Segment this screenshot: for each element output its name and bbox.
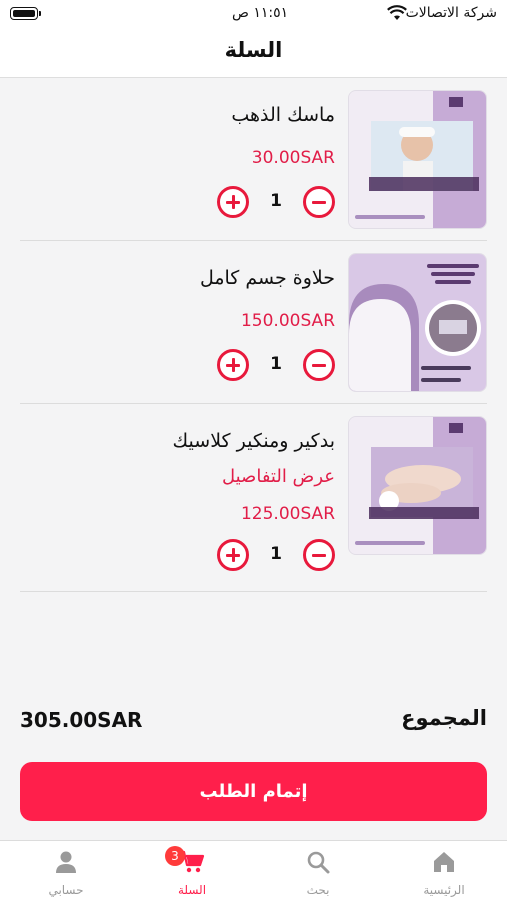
- quantity-value: 1: [270, 544, 282, 564]
- quantity-stepper: 1: [217, 349, 335, 381]
- checkout-button[interactable]: إتمام الطلب: [20, 762, 487, 821]
- user-icon: [56, 851, 76, 873]
- quantity-stepper: 1: [217, 539, 335, 571]
- total-label: المجموع: [401, 706, 487, 730]
- product-image[interactable]: [348, 253, 487, 392]
- cart-item: بدكير ومنكير كلاسيك عرض التفاصيل 125.00S…: [20, 404, 487, 592]
- item-name: حلاوة جسم كامل: [199, 267, 335, 289]
- quantity-value: 1: [270, 354, 282, 374]
- tab-search[interactable]: بحث: [255, 841, 381, 900]
- carrier-name: شركة الاتصالات: [405, 5, 497, 21]
- cart-item: حلاوة جسم كامل 150.00SAR 1: [20, 241, 487, 404]
- item-price: 125.00SAR: [240, 504, 335, 524]
- tab-label: بحث: [306, 883, 330, 897]
- cart-count-badge: 3: [165, 846, 185, 866]
- quantity-value: 1: [270, 191, 282, 211]
- decrease-quantity-button[interactable]: [303, 349, 335, 381]
- quantity-stepper: 1: [217, 186, 335, 218]
- tab-label: الرئيسية: [423, 883, 465, 897]
- tab-bar: الرئيسية بحث 3 السلة حسابي: [0, 840, 507, 900]
- page-title: السلة: [224, 38, 283, 62]
- item-price: 150.00SAR: [240, 311, 335, 331]
- view-details-link[interactable]: عرض التفاصيل: [222, 466, 335, 487]
- tab-label: السلة: [177, 883, 207, 897]
- status-bar: شركة الاتصالات ١١:٥١ ص: [0, 0, 507, 28]
- tab-label: حسابي: [48, 883, 84, 897]
- decrease-quantity-button[interactable]: [303, 539, 335, 571]
- increase-quantity-button[interactable]: [217, 349, 249, 381]
- cart-list: ماسك الذهب 30.00SAR 1 حلاوة جسم كامل 150…: [0, 78, 507, 592]
- tab-cart[interactable]: 3 السلة: [129, 841, 255, 900]
- product-image[interactable]: [348, 90, 487, 229]
- increase-quantity-button[interactable]: [217, 186, 249, 218]
- clock: ١١:٥١ ص: [232, 5, 289, 21]
- wifi-icon: [387, 5, 407, 20]
- search-icon: [307, 851, 330, 874]
- cart-item: ماسك الذهب 30.00SAR 1: [20, 78, 487, 241]
- item-price: 30.00SAR: [251, 148, 335, 168]
- navbar: السلة: [0, 28, 507, 78]
- tab-home[interactable]: الرئيسية: [381, 841, 507, 900]
- item-name: بدكير ومنكير كلاسيك: [172, 430, 335, 452]
- home-icon: [434, 852, 454, 872]
- decrease-quantity-button[interactable]: [303, 186, 335, 218]
- tab-account[interactable]: حسابي: [3, 841, 129, 900]
- total-value: 305.00SAR: [20, 708, 143, 732]
- increase-quantity-button[interactable]: [217, 539, 249, 571]
- battery-icon: [10, 7, 41, 20]
- item-name: ماسك الذهب: [231, 104, 335, 126]
- product-image[interactable]: [348, 416, 487, 555]
